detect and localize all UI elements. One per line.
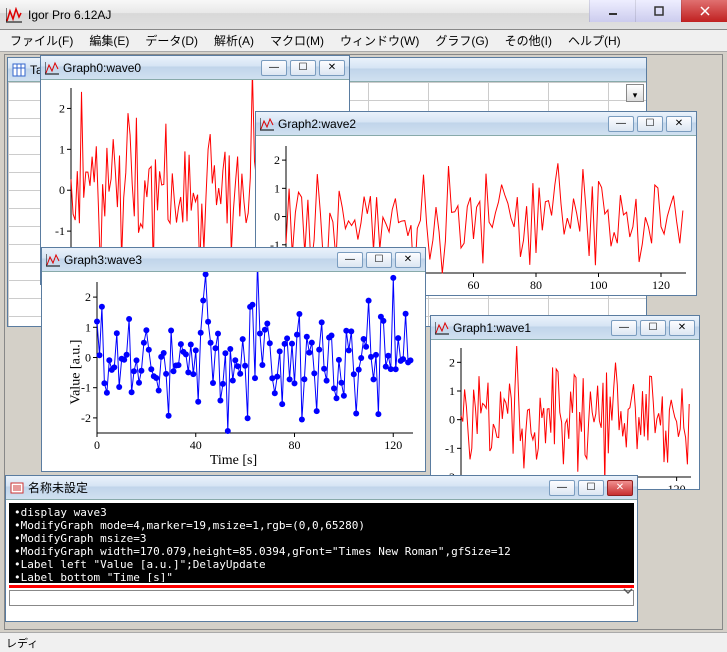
command-maximize-button[interactable]: ☐ [578,480,604,496]
status-bar: レディ [0,632,727,652]
graph2-minimize-button[interactable]: — [608,116,634,132]
graph2-title: Graph2:wave2 [278,117,356,131]
graph0-close-button[interactable]: ✕ [319,60,345,76]
svg-text:-2: -2 [81,411,91,425]
svg-text:0: 0 [274,210,280,224]
graph2-titlebar[interactable]: Graph2:wave2 — ☐ ✕ [256,112,696,136]
command-close-button[interactable]: ✕ [607,480,633,496]
command-input[interactable] [9,590,634,606]
close-button[interactable] [681,0,727,22]
menu-help[interactable]: ヘルプ(H) [562,30,627,51]
menu-graph[interactable]: グラフ(G) [429,30,494,51]
svg-text:1: 1 [85,320,91,334]
menu-edit[interactable]: 編集(E) [83,30,135,51]
graph-icon [46,253,60,267]
table-dropdown[interactable]: ▾ [626,84,644,102]
command-title: 名称未設定 [28,479,88,496]
graph-icon [260,117,274,131]
svg-text:2: 2 [274,153,280,167]
graph1-title: Graph1:wave1 [453,321,531,335]
window-controls [589,0,727,22]
menu-misc[interactable]: その他(I) [499,30,558,51]
svg-text:60: 60 [468,278,480,292]
graph3-xlabel: Time [s] [210,453,257,469]
svg-text:120: 120 [652,278,670,292]
graph1-close-button[interactable]: ✕ [669,320,695,336]
menu-window[interactable]: ウィンドウ(W) [334,30,425,51]
command-titlebar[interactable]: 名称未設定 — ☐ ✕ [6,476,637,500]
command-separator [9,585,634,588]
minimize-button[interactable] [589,0,635,22]
graph3-minimize-button[interactable]: — [337,252,363,268]
graph2-maximize-button[interactable]: ☐ [637,116,663,132]
graph-icon [435,321,449,335]
graph-icon [45,61,59,75]
svg-text:120: 120 [668,482,686,489]
svg-text:100: 100 [590,278,608,292]
graph3-title: Graph3:wave3 [64,253,142,267]
app-icon [6,7,22,23]
maximize-button[interactable] [635,0,681,22]
graph3-ylabel: Value [a.u.] [68,339,84,404]
graph0-titlebar[interactable]: Graph0:wave0 — ☐ ✕ [41,56,349,80]
svg-text:2: 2 [85,290,91,304]
svg-text:2: 2 [449,355,455,369]
graph0-title: Graph0:wave0 [63,61,141,75]
svg-text:0: 0 [85,351,91,365]
svg-text:-1: -1 [445,441,455,455]
scroll-down-icon[interactable] [622,585,634,597]
svg-text:0: 0 [94,438,100,452]
graph3-close-button[interactable]: ✕ [395,252,421,268]
graph1-plot: -2-1012120 [431,340,699,489]
graph1-titlebar[interactable]: Graph1:wave1 — ☐ ✕ [431,316,699,340]
graph3-plot: -2-101204080120 [42,272,425,471]
svg-text:80: 80 [289,438,301,452]
svg-text:40: 40 [190,438,202,452]
svg-text:0: 0 [59,183,65,197]
svg-text:1: 1 [274,181,280,195]
command-minimize-button[interactable]: — [549,480,575,496]
graph2-close-button[interactable]: ✕ [666,116,692,132]
svg-text:120: 120 [384,438,402,452]
command-window[interactable]: 名称未設定 — ☐ ✕ •display wave3 •ModifyGraph … [5,475,638,622]
graph0-maximize-button[interactable]: ☐ [290,60,316,76]
notebook-icon [10,481,24,495]
svg-text:1: 1 [449,384,455,398]
table-icon [12,63,26,77]
main-titlebar: Igor Pro 6.12AJ [0,0,727,30]
menu-macro[interactable]: マクロ(M) [264,30,330,51]
graph3-window[interactable]: Graph3:wave3 — ☐ ✕ Value [a.u.] Time [s]… [41,247,426,472]
menu-data[interactable]: データ(D) [139,30,204,51]
graph1-maximize-button[interactable]: ☐ [640,320,666,336]
app-title: Igor Pro 6.12AJ [28,8,111,22]
graph1-minimize-button[interactable]: — [611,320,637,336]
graph3-maximize-button[interactable]: ☐ [366,252,392,268]
svg-text:-1: -1 [55,224,65,238]
status-text: レディ [6,635,38,651]
svg-text:1: 1 [59,142,65,156]
menu-analysis[interactable]: 解析(A) [208,30,260,51]
command-history[interactable]: •display wave3 •ModifyGraph mode=4,marke… [9,503,634,583]
graph3-titlebar[interactable]: Graph3:wave3 — ☐ ✕ [42,248,425,272]
svg-text:2: 2 [59,101,65,115]
mdi-area: Ta ▾ Graph0:wave0 — ☐ ✕ -1012 Graph2:wav… [4,54,723,630]
menubar: ファイル(F) 編集(E) データ(D) 解析(A) マクロ(M) ウィンドウ(… [0,30,727,52]
graph0-minimize-button[interactable]: — [261,60,287,76]
graph1-window[interactable]: Graph1:wave1 — ☐ ✕ -2-1012120 [430,315,700,490]
svg-text:0: 0 [449,413,455,427]
menu-file[interactable]: ファイル(F) [4,30,79,51]
svg-text:80: 80 [530,278,542,292]
